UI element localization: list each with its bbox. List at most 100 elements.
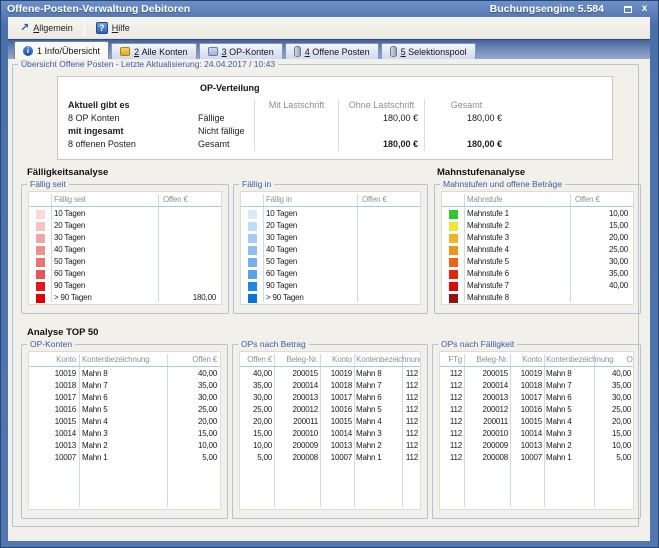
table-cell [29,232,51,244]
mahnstufen-groupbox: Mahnstufen und offene Beträge MahnstufeO… [434,184,641,314]
table-row[interactable]: 11220001510019Mahn 840,00 [440,368,633,380]
mahnstufen-table: MahnstufeOffen €Mahnstufe 110,00Mahnstuf… [441,191,634,305]
table-cell: 10013 [320,440,354,452]
tab-bar: i 1 Info/Übersicht 2 Alle Konten 3 OP-Ko… [8,39,650,59]
table-cell [358,244,420,256]
table-cell: Mahn 2 [79,440,168,452]
table-row[interactable]: 30,0020001310017Mahn 6112 [240,392,420,404]
table-cell [29,192,51,206]
table-cell: 30,00 [240,392,274,404]
table-row[interactable]: 20,0020001110015Mahn 4112 [240,416,420,428]
table-cell [159,256,221,268]
ops-nach-faelligkeit-table: FTgBeleg-Nr.KontoKontenbezeichnungOffen … [439,351,634,510]
dist-row-label: Nicht fällige [198,125,254,138]
table-header-row: Offen €Beleg-Nr.KontoKontenbezeichnungFT… [240,352,420,367]
legend-swatch [248,258,257,267]
table-row[interactable]: 10017Mahn 630,00 [29,392,220,404]
table-row[interactable]: 11220001010014Mahn 315,00 [440,428,633,440]
table-row[interactable]: 10016Mahn 525,00 [29,404,220,416]
column-header: Offen € [159,192,221,206]
table-cell: 200011 [464,416,510,428]
table-row[interactable]: 10013Mahn 210,00 [29,440,220,452]
table-row[interactable]: 11220000810007Mahn 15,00 [440,452,633,464]
table-row[interactable]: 10019Mahn 840,00 [29,368,220,380]
info-icon: i [23,46,33,56]
table-cell: 200011 [274,416,320,428]
table-cell: 10,00 [168,440,220,452]
ops-nach-betrag-table: Offen €Beleg-Nr.KontoKontenbezeichnungFT… [239,351,421,510]
dist-value: 180,00 € [424,112,508,125]
table-row: Mahnstufe 425,00 [442,244,633,256]
table-cell: 112 [440,452,464,464]
table-row: > 90 Tagen180,00 [29,292,221,304]
tab-selektionspool[interactable]: 5 Selektionspool [381,43,476,59]
table-cell: 20,00 [571,232,633,244]
dist-value: 180,00 € [338,138,424,151]
table-cell: 10016 [29,404,79,416]
table-row[interactable]: 11220001310017Mahn 630,00 [440,392,633,404]
ops-nach-faelligkeit-groupbox: OPs nach Fälligkeit FTgBeleg-Nr.KontoKon… [432,344,641,519]
table-row[interactable]: 10007Mahn 15,00 [29,452,220,464]
legend-swatch [36,258,45,267]
table-row: Mahnstufe 8 [442,292,633,304]
tab-op-konten[interactable]: 3 OP-Konten [199,43,283,59]
overview-groupbox: Übersicht Offene Posten - Letzte Aktuali… [12,64,639,527]
close-button[interactable]: x [637,3,652,16]
titlebar[interactable]: Offene-Posten-Verwaltung Debitoren Buchu… [1,1,658,17]
legend-swatch [449,234,458,243]
table-cell: Mahn 2 [354,440,403,452]
column-header: Beleg-Nr. [274,352,320,367]
table-cell: 10017 [320,392,354,404]
table-row[interactable]: 11220001110015Mahn 420,00 [440,416,633,428]
dist-spacer [508,112,606,125]
table-cell: 10019 [510,368,544,380]
table-row[interactable]: 10014Mahn 315,00 [29,428,220,440]
selection-pool-icon [390,46,397,57]
table-row[interactable]: 10018Mahn 735,00 [29,380,220,392]
legend-swatch [36,234,45,243]
restore-button[interactable] [620,3,635,16]
table-cell: 10014 [320,428,354,440]
table-row[interactable]: 10,0020000910013Mahn 2112 [240,440,420,452]
legend-swatch [36,210,45,219]
tab-offene-posten[interactable]: 4 Offene Posten [285,43,379,59]
table-cell [442,268,464,280]
legend-swatch [449,294,458,303]
table-cell: 20 Tagen [263,220,358,232]
op-distribution-panel: OP-Verteilung Aktuell gibt es Mit Lastsc… [57,76,613,160]
table-cell: 112 [440,440,464,452]
help-button[interactable]: ? Hilfe [88,19,138,37]
faellig-seit-groupbox: Fällig seit Fällig seitOffen €10 Tagen20… [21,184,229,314]
table-row[interactable]: 25,0020001210016Mahn 5112 [240,404,420,416]
table-row[interactable]: 5,0020000810007Mahn 1112 [240,452,420,464]
column-header: FTg [440,352,464,367]
table-row: 50 Tagen [29,256,221,268]
table-cell: 5,00 [595,452,633,464]
table-row: Mahnstufe 110,00 [442,208,633,220]
table-cell: Mahn 7 [354,380,403,392]
general-menu-button[interactable]: ↗ Allgemein [12,20,81,36]
table-cell: Mahn 1 [354,452,403,464]
table-cell: Mahn 1 [544,452,595,464]
table-cell [241,192,263,206]
table-row[interactable]: 11220001410018Mahn 735,00 [440,380,633,392]
table-row[interactable]: 10015Mahn 420,00 [29,416,220,428]
table-row[interactable]: 35,0020001410018Mahn 7112 [240,380,420,392]
tab-info-uebersicht[interactable]: i 1 Info/Übersicht [14,41,109,59]
table-row: Mahnstufe 215,00 [442,220,633,232]
close-icon: x [642,4,648,14]
table-cell: 15,00 [240,428,274,440]
dist-value: 180,00 € [338,112,424,125]
table-cell: 5,00 [240,452,274,464]
column-header: Offen € [168,352,220,366]
table-cell: 90 Tagen [263,280,358,292]
table-row[interactable]: 11220001210016Mahn 525,00 [440,404,633,416]
table-cell: Mahn 7 [79,380,168,392]
table-cell: 112 [440,368,464,380]
table-cell: 30,00 [168,392,220,404]
table-row[interactable]: 15,0020001010014Mahn 3112 [240,428,420,440]
table-row[interactable]: 40,0020001510019Mahn 8112 [240,368,420,380]
tab-alle-konten[interactable]: 2 Alle Konten [111,43,197,59]
table-row[interactable]: 11220000910013Mahn 210,00 [440,440,633,452]
arrow-northeast-icon: ↗ [20,23,29,33]
